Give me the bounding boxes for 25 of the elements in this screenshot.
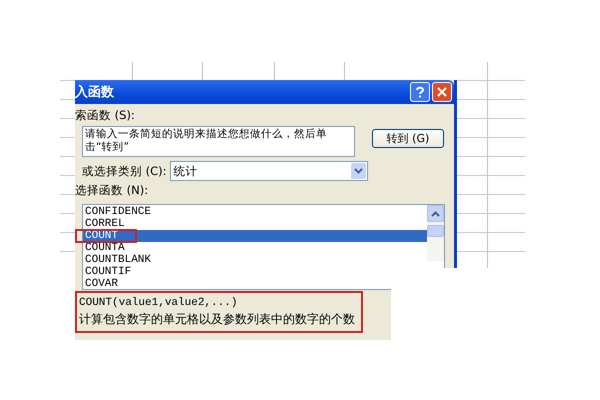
list-item[interactable]: COUNTIF — [83, 266, 132, 278]
help-button[interactable] — [410, 82, 430, 102]
list-item[interactable]: CONFIDENCE — [83, 206, 152, 218]
field-label: 或选择类别 (C): — [82, 163, 167, 180]
go-button[interactable]: 转到 (G) — [372, 129, 444, 148]
scroll-thumb[interactable] — [427, 225, 444, 237]
help-icon — [415, 86, 425, 98]
function-description: 计算包含数字的单元格以及参数列表中的数字的个数 — [79, 311, 356, 328]
scrollbar[interactable] — [427, 205, 444, 261]
close-button[interactable] — [432, 82, 452, 102]
list-item[interactable]: COUNTBLANK — [83, 254, 152, 266]
function-list[interactable]: CONFIDENCE CORREL COUNT COUNTA COUNTBLANK COUNTIF COVAR — [82, 204, 445, 290]
field-label: 索函数 (S): — [75, 107, 136, 124]
category-dropdown[interactable]: 统计 — [170, 161, 368, 181]
function-syntax: COUNT(value1,value2,...) — [79, 296, 238, 310]
window-title: 入函数 — [75, 84, 114, 101]
scroll-up-button[interactable] — [427, 205, 444, 222]
field-label: 选择函数 (N): — [75, 182, 150, 199]
list-item[interactable]: COUNT — [83, 230, 427, 242]
search-field[interactable]: 请输入一条简短的说明来描述您想做什么，然后单击“转到” — [82, 126, 355, 157]
close-icon — [437, 87, 447, 97]
list-item[interactable]: COUNTA — [83, 242, 125, 254]
list-item[interactable]: COVAR — [83, 278, 118, 290]
list-item[interactable]: CORREL — [83, 218, 125, 230]
arrow-up-icon — [431, 210, 440, 216]
